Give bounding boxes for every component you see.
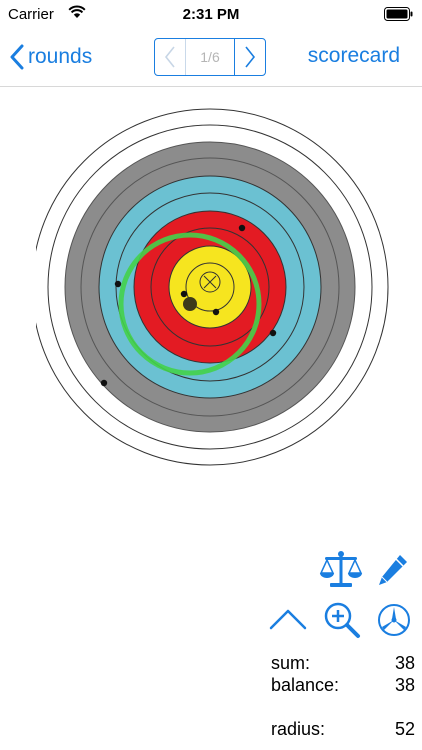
arrow-hit[interactable] xyxy=(212,308,220,316)
zoom-in-icon[interactable] xyxy=(322,600,362,645)
arrow-hit[interactable] xyxy=(180,290,188,298)
balance-label: balance: xyxy=(271,675,340,695)
three-spoke-icon[interactable] xyxy=(376,602,412,643)
battery-icon xyxy=(384,7,414,21)
sum-value: 38 xyxy=(394,653,415,673)
balance-scale-icon[interactable] xyxy=(318,550,364,595)
previous-end-button[interactable] xyxy=(155,39,186,75)
chevron-up-icon[interactable] xyxy=(268,606,308,637)
back-button-label: rounds xyxy=(28,45,93,68)
radius-label: radius: xyxy=(271,719,326,739)
sum-row: sum: 38 xyxy=(271,652,415,674)
balance-row: balance: 38 xyxy=(271,674,415,696)
chevron-right-icon xyxy=(245,46,256,68)
pencil-icon[interactable] xyxy=(376,552,410,593)
radius-row: radius: 52 xyxy=(271,718,415,740)
navigation-bar: rounds 1/6 scorecard xyxy=(0,30,422,87)
balance-value: 38 xyxy=(394,675,415,695)
target-face xyxy=(31,108,389,466)
chevron-left-icon xyxy=(164,46,175,68)
arrow-hit[interactable] xyxy=(114,280,122,288)
arrow-hit[interactable] xyxy=(100,379,108,387)
back-button[interactable]: rounds xyxy=(10,42,92,72)
end-counter: 1/6 xyxy=(200,49,220,65)
sum-label: sum: xyxy=(271,653,311,673)
arrow-hit[interactable] xyxy=(238,224,246,232)
radius-value: 52 xyxy=(394,719,415,739)
scorecard-button[interactable]: scorecard xyxy=(308,44,400,68)
score-statistics: sum: 38 balance: 38 radius: 52 xyxy=(271,652,415,740)
archery-target[interactable] xyxy=(31,104,390,471)
group-center-marker xyxy=(183,297,197,311)
chevron-left-icon xyxy=(10,44,24,70)
arrow-hit[interactable] xyxy=(269,329,277,337)
end-pager: 1/6 xyxy=(154,38,266,76)
next-end-button[interactable] xyxy=(234,39,265,75)
clock: 2:31 PM xyxy=(182,6,240,23)
status-bar: Carrier 2:31 PM xyxy=(0,0,422,30)
